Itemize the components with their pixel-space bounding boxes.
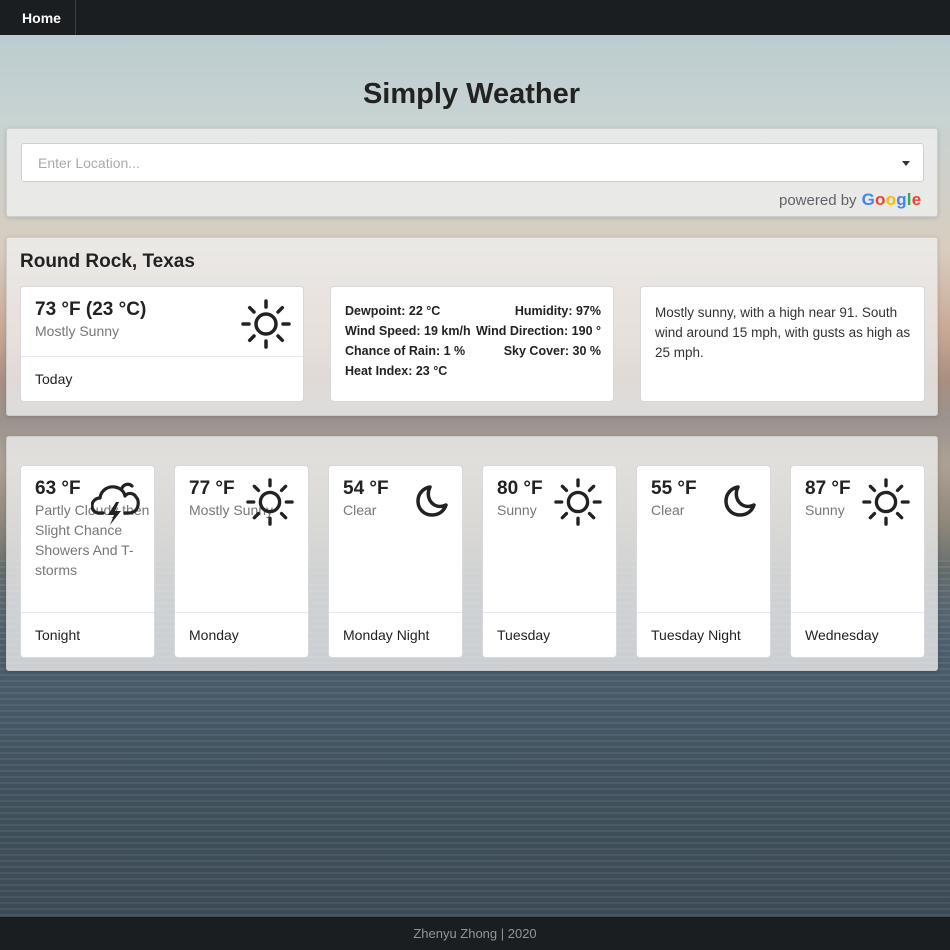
- detailed-forecast: Mostly sunny, with a high near 91. South…: [655, 305, 911, 360]
- nav-home-link[interactable]: Home: [8, 0, 76, 35]
- wind-direction-value: Wind Direction: 190 °: [475, 324, 601, 338]
- day-temperature: 54 °F: [343, 478, 389, 499]
- day-label: Tonight: [21, 612, 154, 657]
- footer-credit: Zhenyu Zhong | 2020: [413, 926, 537, 941]
- wind-speed-value: Wind Speed: 19 km/h: [345, 324, 471, 338]
- location-title: Round Rock, Texas: [20, 251, 195, 272]
- humidity-value: Humidity: 97%: [514, 304, 601, 318]
- powered-by-label: powered by: [779, 192, 857, 209]
- today-card: 73 °F (23 °C) Mostly Sunny Today: [20, 286, 304, 402]
- day-temperature: 87 °F: [805, 478, 851, 499]
- day-card: 77 °F Mostly Sunny Monday: [174, 465, 309, 658]
- google-logo: Google: [861, 190, 922, 209]
- day-label: Monday: [175, 612, 308, 657]
- footer: Zhenyu Zhong | 2020: [0, 917, 950, 950]
- sun-icon: [246, 478, 294, 526]
- caret-down-icon[interactable]: [902, 161, 910, 166]
- dewpoint-value: Dewpoint: 22 °C: [345, 304, 441, 318]
- details-row-2: Wind Speed: 19 km/h Wind Direction: 190 …: [345, 324, 601, 338]
- sky-cover-value: Sky Cover: 30 %: [503, 344, 601, 358]
- day-card: 80 °F Sunny Tuesday: [482, 465, 617, 658]
- sun-icon: [554, 478, 602, 526]
- navbar: Home: [0, 0, 950, 35]
- details-row-3: Chance of Rain: 1 % Sky Cover: 30 %: [345, 344, 601, 358]
- sun-icon: [241, 299, 291, 349]
- day-temperature: 63 °F: [35, 478, 81, 499]
- page-title: Simply Weather: [362, 78, 581, 110]
- today-condition: Mostly Sunny: [35, 323, 120, 339]
- day-label: Tuesday: [483, 612, 616, 657]
- today-temperature: 73 °F (23 °C): [35, 299, 147, 320]
- day-temperature: 77 °F: [189, 478, 235, 499]
- day-card: 55 °F Clear Tuesday Night: [636, 465, 771, 658]
- day-label: Tuesday Night: [637, 612, 770, 657]
- moon-icon: [416, 485, 448, 517]
- today-label: Today: [21, 356, 303, 401]
- day-label: Wednesday: [791, 612, 924, 657]
- details-card: Dewpoint: 22 °C Humidity: 97% Wind Speed…: [330, 286, 614, 402]
- powered-by-google: powered by Google: [779, 190, 921, 210]
- day-card: 54 °F Clear Monday Night: [328, 465, 463, 658]
- heat-index-value: Heat Index: 23 °C: [345, 364, 448, 378]
- day-card: 63 °F Partly Cloudy then Slight Chance S…: [20, 465, 155, 658]
- day-label: Monday Night: [329, 612, 462, 657]
- sun-icon: [862, 478, 910, 526]
- location-search-input[interactable]: [21, 143, 924, 182]
- thunderstorm-icon: [91, 482, 140, 525]
- details-row-4: Heat Index: 23 °C: [345, 364, 601, 378]
- forecast-text-card: Mostly sunny, with a high near 91. South…: [640, 286, 925, 402]
- moon-icon: [724, 485, 756, 517]
- day-card: 87 °F Sunny Wednesday: [790, 465, 925, 658]
- day-temperature: 55 °F: [651, 478, 697, 499]
- chance-of-rain-value: Chance of Rain: 1 %: [345, 344, 466, 358]
- day-temperature: 80 °F: [497, 478, 543, 499]
- details-row-1: Dewpoint: 22 °C Humidity: 97%: [345, 304, 601, 318]
